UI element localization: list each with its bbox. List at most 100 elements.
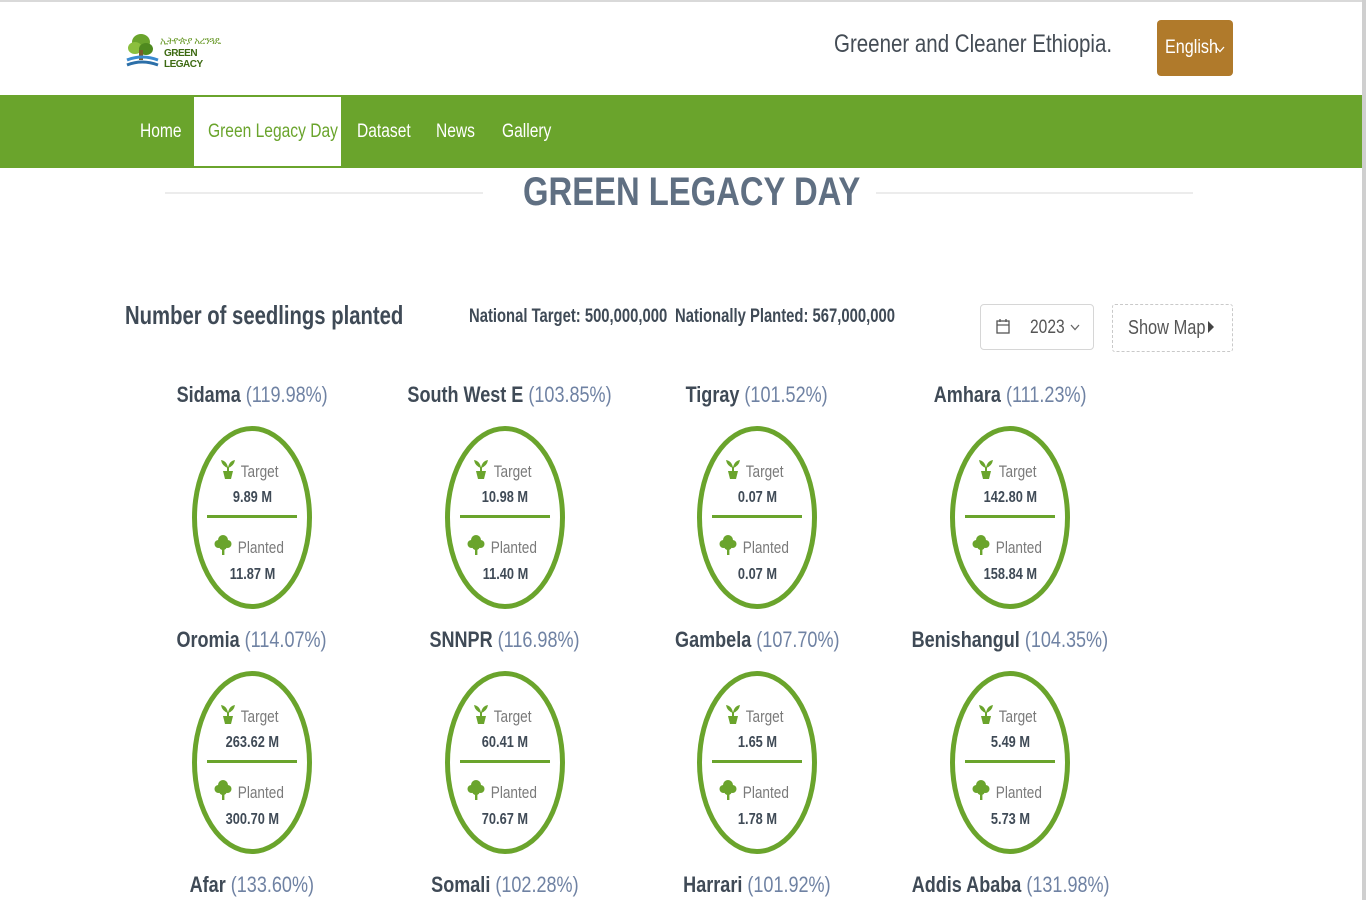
tree-icon xyxy=(214,779,232,806)
region-percent: (103.85%) xyxy=(528,382,612,407)
region-name: Gambela xyxy=(674,627,751,652)
tree-icon xyxy=(467,779,485,806)
target-label: Target xyxy=(241,706,279,726)
seedling-icon xyxy=(978,458,994,485)
target-label: Target xyxy=(494,706,532,726)
region-name: Addis Ababa xyxy=(911,872,1022,897)
tree-icon xyxy=(972,534,990,561)
seedling-icon xyxy=(725,703,741,730)
region-title-gambela: Gambela (107.70%) xyxy=(637,627,877,653)
region-card-oromia[interactable]: Target 263.62 M Planted 300.70 M xyxy=(192,671,312,854)
year-select[interactable]: 2023 xyxy=(980,304,1094,350)
target-value: 1.65 M xyxy=(737,734,777,751)
scrollbar-track[interactable] xyxy=(1362,0,1366,900)
tree-icon xyxy=(972,779,990,806)
planted-value-row: 300.70 M xyxy=(197,811,307,829)
planted-value-row: 11.87 M xyxy=(197,566,307,584)
region-title-tigray: Tigray (101.52%) xyxy=(637,382,877,408)
target-label-row: Target xyxy=(955,703,1065,730)
planted-label-row: Planted xyxy=(955,534,1065,561)
nav-item-news[interactable]: News xyxy=(436,95,484,168)
chevron-down-icon xyxy=(1215,42,1225,56)
card-divider xyxy=(460,760,550,763)
card-divider xyxy=(965,515,1055,518)
region-title-oromia: Oromia (114.07%) xyxy=(132,627,372,653)
planted-label-row: Planted xyxy=(702,534,812,561)
target-label: Target xyxy=(999,461,1037,481)
region-card-south-west-e[interactable]: Target 10.98 M Planted 11.40 M xyxy=(445,426,565,609)
planted-value: 11.87 M xyxy=(229,566,275,583)
region-percent: (101.92%) xyxy=(747,872,831,897)
show-map-label: Show Map xyxy=(1128,317,1206,339)
region-card-tigray[interactable]: Target 0.07 M Planted 0.07 M xyxy=(697,426,817,609)
planted-value: 158.84 M xyxy=(983,566,1037,583)
planted-label-row: Planted xyxy=(702,779,812,806)
target-value-row: 0.07 M xyxy=(702,489,812,507)
region-title-amhara: Amhara (111.23%) xyxy=(890,382,1130,408)
green-legacy-logo[interactable]: ኢትዮጵያ አረንጓዴ GREEN LEGACY xyxy=(126,28,226,72)
region-name: Benishangul xyxy=(911,627,1020,652)
seedling-icon xyxy=(473,703,489,730)
title-divider-right xyxy=(876,192,1193,194)
planted-value-row: 158.84 M xyxy=(955,566,1065,584)
tree-icon xyxy=(719,779,737,806)
language-select-button[interactable]: English xyxy=(1157,20,1233,76)
planted-value: 11.40 M xyxy=(482,566,528,583)
target-label: Target xyxy=(746,461,784,481)
target-value-row: 9.89 M xyxy=(197,489,307,507)
target-label-row: Target xyxy=(450,458,560,485)
target-label-row: Target xyxy=(197,458,307,485)
region-title-south-west-e: South West E (103.85%) xyxy=(385,382,625,408)
region-card-amhara[interactable]: Target 142.80 M Planted 158.84 M xyxy=(950,426,1070,609)
planted-value: 70.67 M xyxy=(481,811,529,828)
tree-logo-icon xyxy=(126,34,159,67)
region-title-afar: Afar (133.60%) xyxy=(132,872,372,898)
title-divider-left xyxy=(165,192,483,194)
planted-label: Planted xyxy=(490,537,538,557)
region-card-benishangul[interactable]: Target 5.49 M Planted 5.73 M xyxy=(950,671,1070,854)
seedling-icon xyxy=(473,458,489,485)
planted-label-row: Planted xyxy=(450,779,560,806)
target-value-row: 5.49 M xyxy=(955,734,1065,752)
region-card-snnpr[interactable]: Target 60.41 M Planted 70.67 M xyxy=(445,671,565,854)
show-map-button[interactable]: Show Map xyxy=(1112,304,1233,352)
chevron-down-icon xyxy=(1070,320,1080,334)
card-divider xyxy=(207,515,297,518)
nav-item-dataset[interactable]: Dataset xyxy=(357,95,422,168)
target-value: 263.62 M xyxy=(225,734,279,751)
region-name: Sidama xyxy=(176,382,241,407)
region-title-somali: Somali (102.28%) xyxy=(385,872,625,898)
caret-right-icon xyxy=(1207,320,1215,339)
target-value-row: 142.80 M xyxy=(955,489,1065,507)
target-value: 60.41 M xyxy=(481,734,529,751)
card-divider xyxy=(712,760,802,763)
planted-value-row: 70.67 M xyxy=(450,811,560,829)
card-divider xyxy=(207,760,297,763)
target-label: Target xyxy=(494,461,532,481)
region-card-gambela[interactable]: Target 1.65 M Planted 1.78 M xyxy=(697,671,817,854)
planted-label-row: Planted xyxy=(955,779,1065,806)
tree-icon xyxy=(467,534,485,561)
nav-item-home[interactable]: Home xyxy=(140,95,191,168)
region-card-sidama[interactable]: Target 9.89 M Planted 11.87 M xyxy=(192,426,312,609)
region-percent: (102.28%) xyxy=(495,872,579,897)
tree-icon xyxy=(719,534,737,561)
card-divider xyxy=(965,760,1055,763)
region-name: Amhara xyxy=(933,382,1001,407)
planted-value-row: 5.73 M xyxy=(955,811,1065,829)
nav-item-green-legacy-day[interactable]: Green Legacy Day xyxy=(194,97,341,166)
logo-text: GREEN LEGACY xyxy=(164,48,203,70)
planted-label-row: Planted xyxy=(197,534,307,561)
nationally-planted: Nationally Planted: 567,000,000 xyxy=(675,306,895,327)
target-value: 9.89 M xyxy=(232,489,272,506)
nav-item-gallery[interactable]: Gallery xyxy=(502,95,562,168)
region-name: Somali xyxy=(431,872,491,897)
planted-label: Planted xyxy=(490,782,538,802)
target-value: 142.80 M xyxy=(983,489,1037,506)
target-label-row: Target xyxy=(450,703,560,730)
tree-icon xyxy=(214,534,232,561)
target-label-row: Target xyxy=(702,703,812,730)
region-percent: (101.52%) xyxy=(744,382,829,407)
page-title: GREEN LEGACY DAY xyxy=(523,170,861,214)
region-percent: (133.60%) xyxy=(230,872,315,897)
